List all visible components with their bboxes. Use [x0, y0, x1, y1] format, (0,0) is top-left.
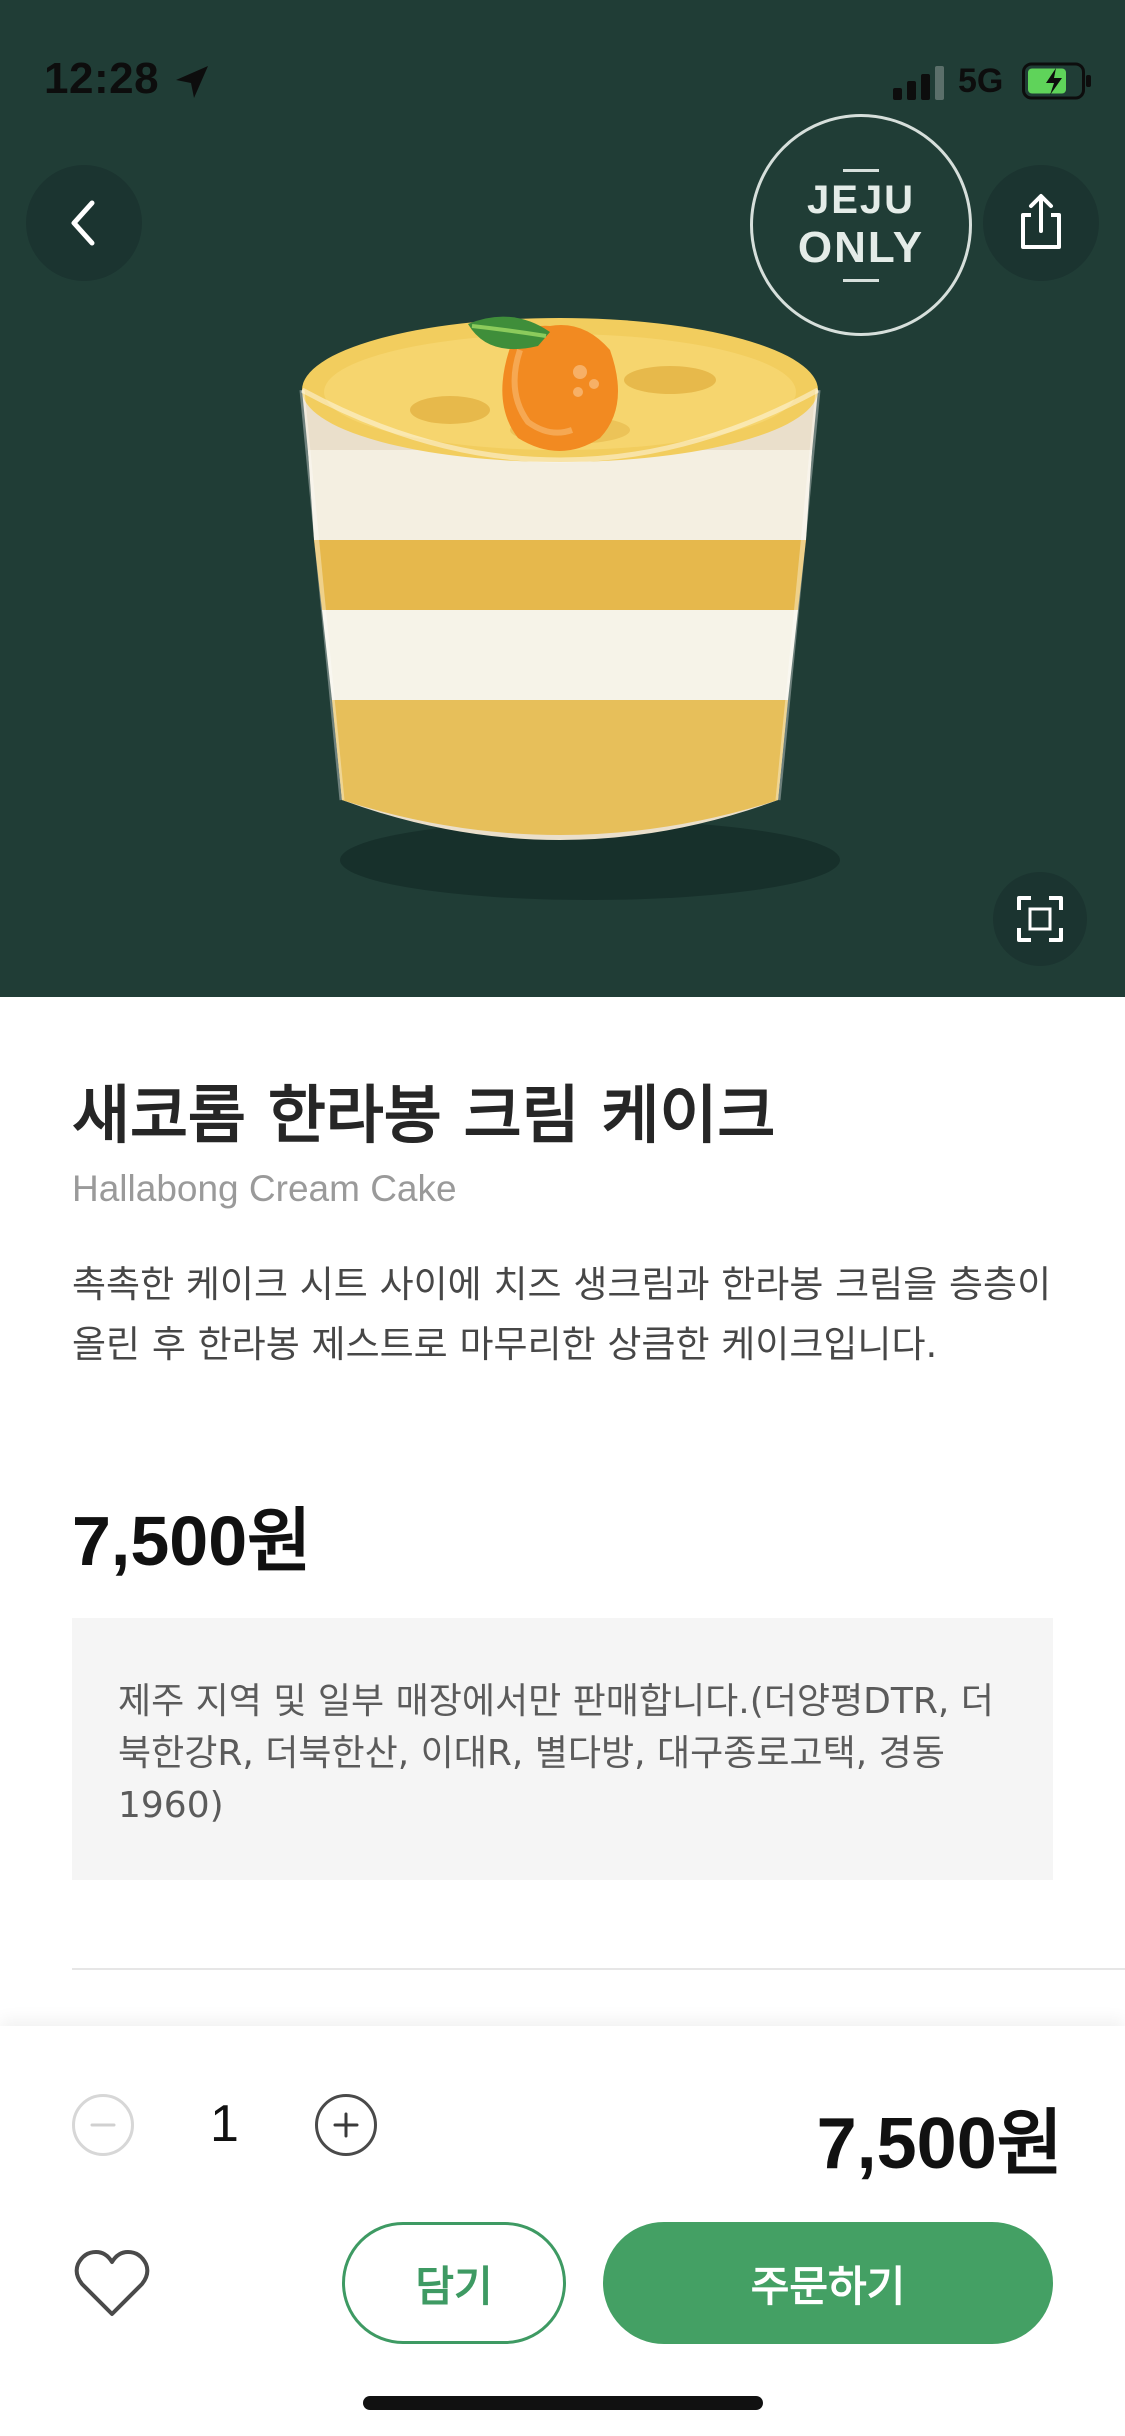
- signal-icon: [893, 66, 944, 100]
- status-bar: 12:28 5G: [0, 0, 1125, 160]
- plus-icon: [333, 2112, 359, 2138]
- product-description: 촉촉한 케이크 시트 사이에 치즈 생크림과 한라봉 크림을 층층이 올린 후 …: [72, 1263, 1052, 1366]
- fullscreen-icon: [1017, 896, 1063, 942]
- battery-icon: [1022, 62, 1091, 100]
- product-price: 7,500원: [72, 1502, 312, 1580]
- chevron-left-icon: [71, 200, 95, 246]
- product-name-english: Hallabong Cream Cake: [72, 1168, 457, 1209]
- fullscreen-button[interactable]: [993, 872, 1087, 966]
- home-indicator: [363, 2396, 763, 2410]
- location-arrow-icon: [176, 66, 208, 98]
- heart-icon[interactable]: [72, 2246, 152, 2320]
- status-time: 12:28: [44, 54, 160, 103]
- back-button[interactable]: [26, 165, 142, 281]
- availability-notice: 제주 지역 및 일부 매장에서만 판매합니다.(더양평DTR, 더북한강R, 더…: [72, 1618, 1053, 1880]
- minus-icon: [90, 2123, 116, 2127]
- order-button[interactable]: 주문하기: [603, 2222, 1053, 2344]
- badge-line-1: JEJU: [806, 177, 916, 222]
- add-to-cart-button[interactable]: 담기: [342, 2222, 566, 2344]
- product-name: 새코롬 한라봉 크림 케이크: [72, 1079, 776, 1152]
- product-image: [299, 316, 840, 900]
- add-to-cart-label: 담기: [415, 2261, 493, 2311]
- quantity-increase-button[interactable]: [315, 2094, 377, 2156]
- quantity-decrease-button[interactable]: [72, 2094, 134, 2156]
- order-label: 주문하기: [750, 2261, 906, 2311]
- network-label: 5G: [958, 62, 1004, 100]
- quantity-value: 1: [210, 2095, 239, 2153]
- badge-divider: [843, 168, 879, 172]
- share-button[interactable]: [983, 165, 1099, 281]
- share-icon: [1021, 194, 1061, 249]
- notice-text: 제주 지역 및 일부 매장에서만 판매합니다.(더양평DTR, 더북한강R, 더…: [118, 1681, 994, 1826]
- product-hero: 12:28 5G JEJU ONLY: [0, 0, 1125, 997]
- badge-line-2: ONLY: [797, 222, 925, 272]
- divider: [72, 1968, 1125, 1970]
- total-price: 7,500원: [816, 2104, 1063, 2184]
